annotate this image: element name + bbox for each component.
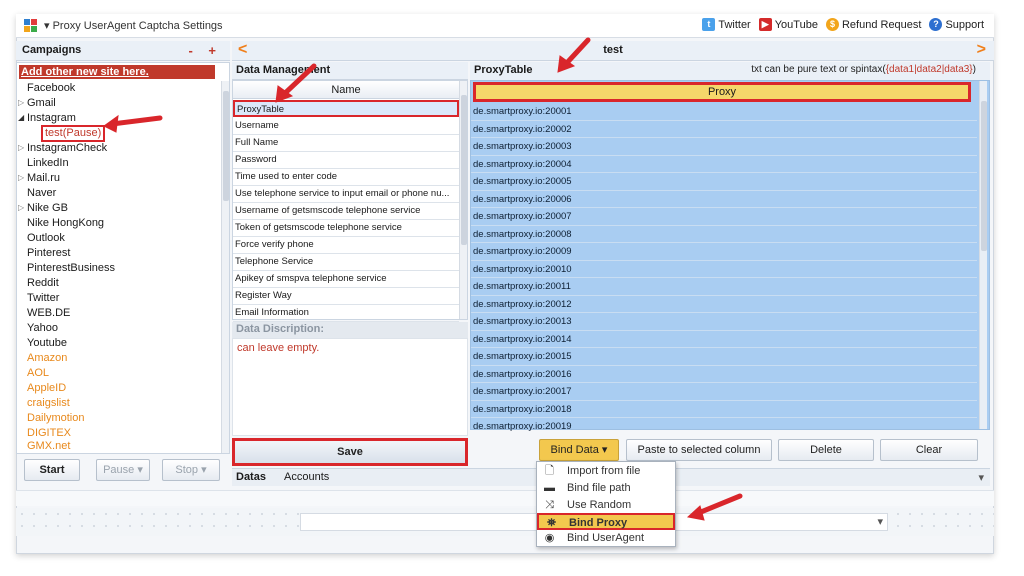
arrow-to-proxytable-row — [279, 63, 317, 99]
arrow-to-test-campaign — [109, 115, 163, 127]
annotation-arrows — [103, 37, 743, 521]
arrowhead — [103, 114, 119, 133]
arrow-to-bind-proxy — [693, 493, 743, 517]
arrowhead — [686, 505, 705, 521]
